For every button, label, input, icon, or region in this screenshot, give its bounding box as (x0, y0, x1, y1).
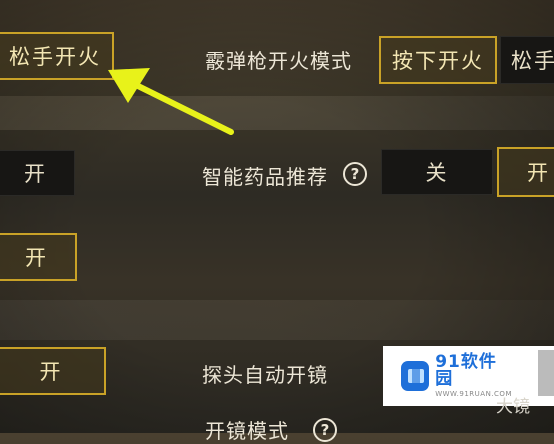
annotation-arrow-icon (108, 68, 234, 135)
